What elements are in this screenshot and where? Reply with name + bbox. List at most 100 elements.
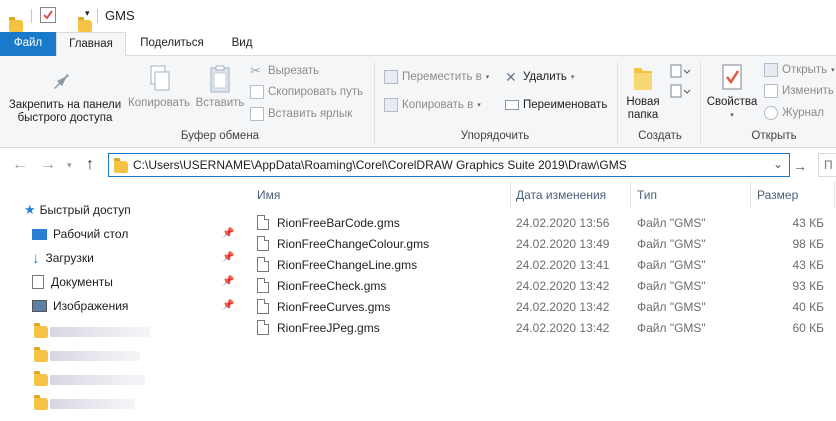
rename-label: Переименовать bbox=[523, 99, 608, 111]
file-type: Файл "GMS" bbox=[637, 279, 706, 293]
new-folder-label-2: папка bbox=[627, 109, 659, 121]
copy-path-icon bbox=[250, 85, 264, 99]
column-divider[interactable] bbox=[510, 182, 511, 208]
file-row[interactable]: RionFreeCurves.gms 24.02.2020 13:42 Файл "… bbox=[248, 297, 836, 318]
divider bbox=[31, 9, 32, 23]
file-size: 98 КБ bbox=[792, 237, 824, 251]
divider bbox=[700, 62, 701, 144]
folder-icon[interactable] bbox=[34, 347, 48, 362]
delete-button[interactable]: ✕ Удалить ▾ bbox=[505, 68, 574, 86]
pin-icon[interactable]: 📌 bbox=[222, 252, 234, 263]
forward-arrow-icon[interactable]: → bbox=[40, 156, 56, 174]
cut-button[interactable]: ✂ Вырезать bbox=[250, 62, 319, 80]
edit-button[interactable]: Изменить bbox=[764, 82, 834, 100]
file-date: 24.02.2020 13:41 bbox=[516, 258, 610, 272]
file-row[interactable]: RionFreeJPeg.gms 24.02.2020 13:42 Файл "GM… bbox=[248, 318, 836, 339]
new-folder-button[interactable]: Новая папка bbox=[622, 64, 664, 122]
file-row[interactable]: RionFreeChangeColour.gms 24.02.2020 13:49… bbox=[248, 234, 836, 255]
column-header-name[interactable]: Имя bbox=[257, 182, 280, 208]
tab-home[interactable]: Главная bbox=[56, 32, 126, 57]
ribbon: Закрепить на панели быстрого доступа Коп… bbox=[0, 56, 836, 148]
folder-icon bbox=[114, 158, 128, 173]
rename-button[interactable]: Переименовать bbox=[505, 96, 607, 114]
recent-locations-chevron-icon[interactable]: ▾ bbox=[67, 160, 72, 171]
open-button[interactable]: Открыть ▾ bbox=[764, 61, 835, 79]
nav-item-desktop[interactable]: Рабочий стол bbox=[32, 223, 128, 245]
properties-button[interactable]: Свойства ▾ bbox=[704, 62, 760, 122]
new-group-title: Создать bbox=[638, 130, 682, 142]
easy-access-button[interactable] bbox=[669, 84, 691, 98]
file-row[interactable]: RionFreeBarCode.gms 24.02.2020 13:56 Файл … bbox=[248, 213, 836, 234]
tab-file[interactable]: Файл bbox=[0, 32, 56, 56]
column-divider[interactable] bbox=[834, 182, 835, 208]
file-icon bbox=[257, 257, 269, 272]
history-label: Журнал bbox=[782, 107, 824, 119]
new-folder-icon[interactable] bbox=[78, 17, 92, 32]
search-input[interactable]: П bbox=[818, 153, 836, 177]
edit-label: Изменить bbox=[782, 85, 834, 97]
nav-item-pictures[interactable]: Изображения bbox=[32, 295, 128, 317]
divider bbox=[374, 62, 375, 144]
column-divider[interactable] bbox=[630, 182, 631, 208]
new-item-button[interactable] bbox=[669, 64, 691, 78]
divider bbox=[97, 9, 98, 23]
history-button[interactable]: Журнал bbox=[764, 104, 824, 122]
folder-icon[interactable] bbox=[34, 323, 48, 338]
navigation-pane: ★ Быстрый доступ Рабочий стол 📌 ↓ Загруз… bbox=[0, 182, 240, 421]
pin-quick-access-button[interactable]: Закрепить на панели быстрого доступа bbox=[5, 66, 125, 125]
properties-icon bbox=[722, 64, 742, 90]
file-row[interactable]: RionFreeCheck.gms 24.02.2020 13:42 Файл "G… bbox=[248, 276, 836, 297]
paste-button[interactable]: Вставить bbox=[192, 64, 248, 110]
address-bar[interactable]: C:\Users\USERNAME\AppData\Roaming\Corel\… bbox=[108, 153, 790, 177]
nav-item-downloads[interactable]: ↓ Загрузки bbox=[32, 247, 94, 269]
address-path[interactable]: C:\Users\USERNAME\AppData\Roaming\Corel\… bbox=[133, 158, 627, 172]
customize-quick-access-icon[interactable]: ▾ bbox=[85, 8, 90, 19]
file-size: 43 КБ bbox=[792, 258, 824, 272]
file-icon bbox=[257, 320, 269, 335]
file-icon bbox=[257, 215, 269, 230]
column-header-type[interactable]: Тип bbox=[637, 182, 657, 208]
nav-item-documents-label: Документы bbox=[51, 275, 113, 289]
chevron-down-icon[interactable]: ⌄ bbox=[773, 157, 783, 171]
pin-icon[interactable]: 📌 bbox=[222, 228, 234, 239]
pin-icon[interactable]: 📌 bbox=[222, 276, 234, 287]
file-type: Файл "GMS" bbox=[637, 321, 706, 335]
redacted-folder-name bbox=[50, 399, 135, 409]
file-row[interactable]: RionFreeChangeLine.gms 24.02.2020 13:41 Фа… bbox=[248, 255, 836, 276]
copy-to-button[interactable]: Копировать в ▾ bbox=[384, 96, 481, 114]
file-name: RionFreeCurves.gms bbox=[277, 300, 391, 314]
nav-item-desktop-label: Рабочий стол bbox=[53, 227, 129, 241]
properties-icon[interactable] bbox=[40, 7, 56, 23]
up-arrow-icon[interactable]: ↑ bbox=[86, 156, 94, 174]
go-arrow-icon[interactable]: → bbox=[793, 158, 807, 174]
paste-shortcut-button[interactable]: Вставить ярлык bbox=[250, 105, 352, 123]
move-to-button[interactable]: Переместить в ▾ bbox=[384, 68, 489, 86]
pin-icon[interactable]: 📌 bbox=[222, 300, 234, 311]
clipboard-icon bbox=[210, 65, 230, 93]
file-size: 60 КБ bbox=[792, 321, 824, 335]
nav-quick-access[interactable]: ★ Быстрый доступ bbox=[24, 199, 131, 221]
new-item-icon bbox=[670, 64, 691, 78]
column-divider[interactable] bbox=[750, 182, 751, 208]
open-icon bbox=[764, 63, 778, 77]
folder-icon[interactable] bbox=[34, 371, 48, 386]
properties-label: Свойства bbox=[706, 96, 758, 108]
file-icon bbox=[257, 236, 269, 251]
file-size: 93 КБ bbox=[792, 279, 824, 293]
copy-button[interactable]: Копировать bbox=[127, 64, 191, 110]
tab-view[interactable]: Вид bbox=[222, 32, 262, 56]
back-arrow-icon[interactable]: ← bbox=[12, 156, 28, 174]
tab-share[interactable]: Поделиться bbox=[132, 32, 212, 56]
column-header-date[interactable]: Дата изменения bbox=[516, 182, 606, 208]
easy-access-icon bbox=[670, 84, 691, 98]
copy-to-label: Копировать в bbox=[402, 99, 474, 111]
organize-group-title: Упорядочить bbox=[460, 130, 530, 142]
nav-item-pictures-label: Изображения bbox=[53, 299, 129, 313]
folder-icon[interactable] bbox=[34, 395, 48, 410]
nav-item-documents[interactable]: Документы bbox=[32, 271, 113, 293]
pin-label-1: Закрепить на панели bbox=[8, 99, 122, 111]
file-type: Файл "GMS" bbox=[637, 300, 706, 314]
column-header-size[interactable]: Размер bbox=[757, 182, 798, 208]
copy-path-button[interactable]: Скопировать путь bbox=[250, 83, 363, 101]
redacted-folder-name bbox=[50, 327, 150, 337]
